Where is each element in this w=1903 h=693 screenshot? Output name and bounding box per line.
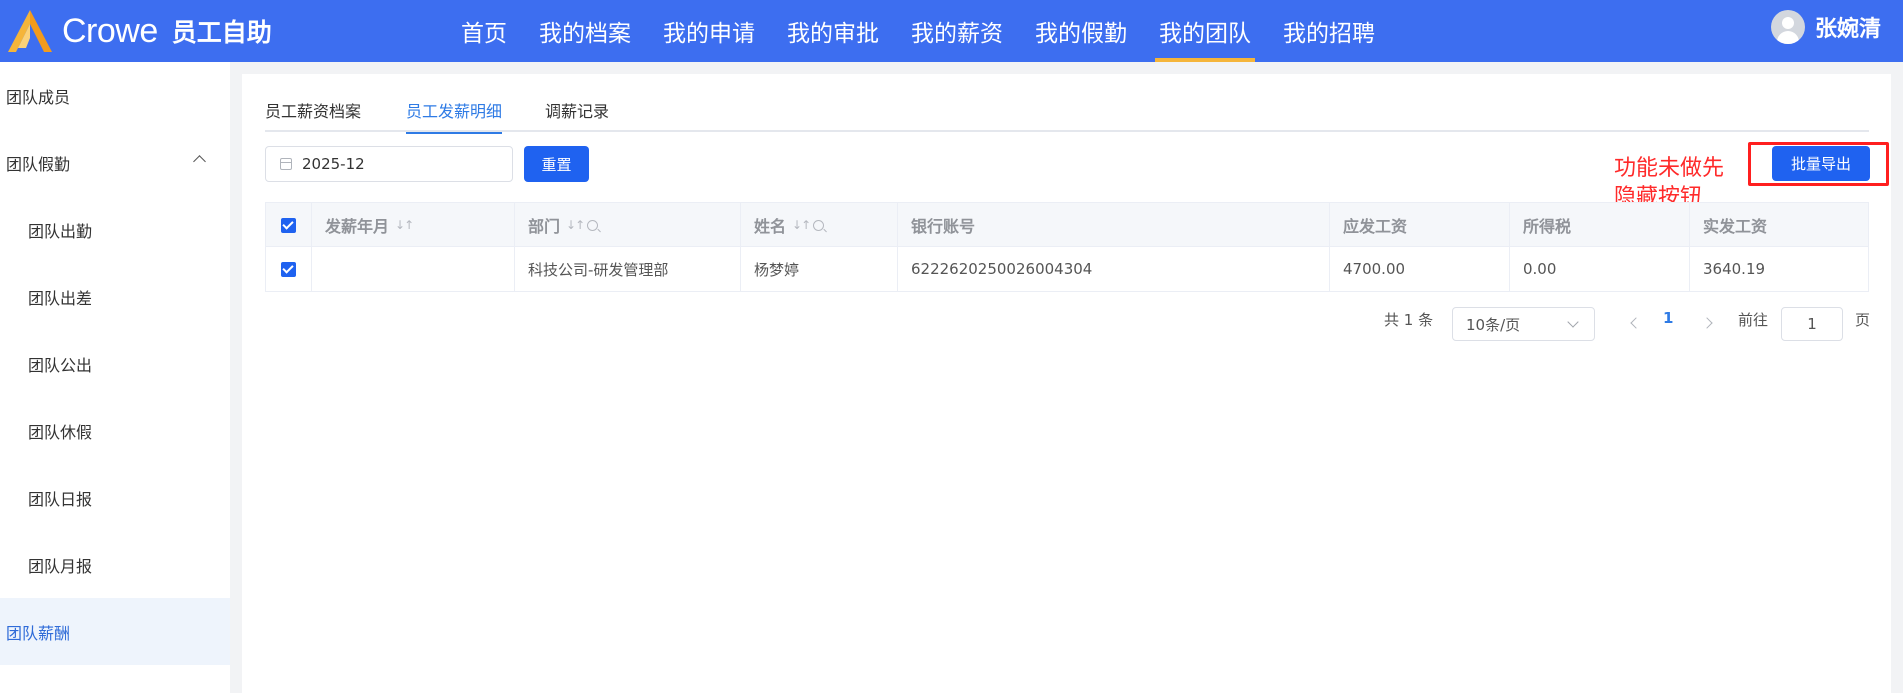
sort-icon[interactable]: ↓↑ — [395, 218, 414, 232]
sidebar-item-team-business-trip[interactable]: 团队出差 — [0, 263, 230, 330]
pay-month-value: 2025-12 — [302, 155, 365, 173]
nav-my-approvals[interactable]: 我的审批 — [771, 0, 895, 62]
reset-button[interactable]: 重置 — [524, 146, 589, 182]
goto-page-input[interactable] — [1781, 307, 1843, 341]
search-icon[interactable] — [587, 219, 599, 231]
tab-salary-adjustments[interactable]: 调薪记录 — [545, 88, 609, 132]
row-select-cell — [266, 247, 312, 291]
logo[interactable]: Crowe 员工自助 — [6, 6, 272, 56]
pay-details-table: 发薪年月 ↓↑ 部门 ↓↑ 姓名 ↓↑ 银行账号 应发工资 所得税 实发工资 科… — [265, 202, 1869, 292]
calendar-icon — [280, 158, 292, 170]
column-header-name: 姓名 ↓↑ — [741, 203, 898, 247]
sort-icon[interactable]: ↓↑ — [566, 218, 585, 232]
column-header-income-tax: 所得税 — [1510, 203, 1690, 247]
app-name: 员工自助 — [171, 18, 272, 47]
column-label: 发薪年月 — [325, 217, 390, 236]
sidebar-item-team-monthly-report[interactable]: 团队月报 — [0, 531, 230, 598]
sidebar: 团队成员 团队假勤 团队出勤 团队出差 团队公出 团队休假 团队日报 团队月报 … — [0, 62, 230, 693]
select-all-checkbox[interactable] — [281, 217, 296, 233]
table-row[interactable]: 科技公司-研发管理部 杨梦婷 6222620250026004304 4700.… — [266, 247, 1868, 291]
page-unit-label: 页 — [1855, 311, 1871, 329]
page-number-current[interactable]: 1 — [1663, 309, 1673, 327]
sidebar-item-team-attendance[interactable]: 团队假勤 — [0, 129, 230, 196]
avatar-icon — [1770, 10, 1805, 44]
tab-salary-archive[interactable]: 员工薪资档案 — [265, 88, 361, 132]
crowe-logo-icon — [8, 10, 52, 52]
nav-my-salary[interactable]: 我的薪资 — [895, 0, 1019, 62]
nav-my-attendance[interactable]: 我的假勤 — [1019, 0, 1143, 62]
user-name: 张婉清 — [1814, 17, 1881, 42]
sidebar-item-team-checkin[interactable]: 团队出勤 — [0, 196, 230, 263]
top-bar: Crowe 员工自助 首页 我的档案 我的申请 我的审批 我的薪资 我的假勤 我… — [0, 0, 1903, 62]
page-size-value: 10条/页 — [1466, 315, 1521, 334]
column-header-bank-account: 银行账号 — [898, 203, 1330, 247]
sidebar-item-team-payroll[interactable]: 团队薪酬 — [0, 598, 230, 665]
nav-my-team[interactable]: 我的团队 — [1143, 0, 1267, 62]
nav-my-profile[interactable]: 我的档案 — [523, 0, 647, 62]
cell-bank-account: 6222620250026004304 — [898, 247, 1330, 291]
chevron-down-icon — [1567, 316, 1579, 328]
cell-department: 科技公司-研发管理部 — [515, 247, 741, 291]
pay-month-picker[interactable]: 2025-12 — [265, 146, 513, 182]
chevron-up-icon — [193, 155, 206, 168]
column-header-pay-month: 发薪年月 ↓↑ — [312, 203, 515, 247]
prev-page-icon[interactable] — [1630, 317, 1642, 329]
sidebar-item-team-daily-report[interactable]: 团队日报 — [0, 464, 230, 531]
sidebar-item-team-official-out[interactable]: 团队公出 — [0, 330, 230, 397]
main-panel: 员工薪资档案 员工发薪明细 调薪记录 2025-12 重置 功能未做先 隐藏按钮… — [242, 74, 1891, 693]
page-size-select[interactable]: 10条/页 — [1452, 307, 1595, 341]
next-page-icon[interactable] — [1701, 317, 1713, 329]
main-nav: 首页 我的档案 我的申请 我的审批 我的薪资 我的假勤 我的团队 我的招聘 — [445, 0, 1391, 62]
annotation-line-1: 功能未做先 — [1614, 156, 1725, 181]
column-header-gross-pay: 应发工资 — [1330, 203, 1510, 247]
tab-pay-details[interactable]: 员工发薪明细 — [406, 88, 503, 134]
sort-icon[interactable]: ↓↑ — [792, 218, 811, 232]
cell-net-pay: 3640.19 — [1703, 260, 1766, 278]
column-header-net-pay: 实发工资 — [1703, 217, 1768, 236]
pagination-total: 共 1 条 — [1384, 311, 1434, 329]
cell-pay-month — [312, 247, 515, 291]
batch-export-button[interactable]: 批量导出 — [1772, 146, 1870, 181]
sidebar-item-team-leave[interactable]: 团队休假 — [0, 397, 230, 464]
search-icon[interactable] — [813, 219, 825, 231]
nav-my-applications[interactable]: 我的申请 — [647, 0, 771, 62]
cell-name: 杨梦婷 — [741, 247, 898, 291]
nav-my-recruitment[interactable]: 我的招聘 — [1267, 0, 1391, 62]
column-label: 部门 — [528, 217, 561, 236]
brand-name: Crowe — [62, 11, 158, 50]
tab-bar: 员工薪资档案 员工发薪明细 调薪记录 — [265, 88, 1869, 134]
column-header-department: 部门 ↓↑ — [515, 203, 741, 247]
row-checkbox[interactable] — [281, 261, 296, 277]
user-menu[interactable]: 张婉清 — [1770, 0, 1881, 54]
table-header-row: 发薪年月 ↓↑ 部门 ↓↑ 姓名 ↓↑ 银行账号 应发工资 所得税 实发工资 — [266, 203, 1868, 247]
select-all-cell — [266, 203, 312, 247]
cell-gross-pay: 4700.00 — [1330, 247, 1510, 291]
sidebar-item-label: 团队假勤 — [6, 154, 71, 174]
sidebar-item-team-members[interactable]: 团队成员 — [0, 62, 230, 129]
nav-home[interactable]: 首页 — [445, 0, 523, 62]
cell-income-tax: 0.00 — [1510, 247, 1690, 291]
goto-label: 前往 — [1738, 311, 1769, 329]
column-label: 姓名 — [754, 217, 787, 236]
